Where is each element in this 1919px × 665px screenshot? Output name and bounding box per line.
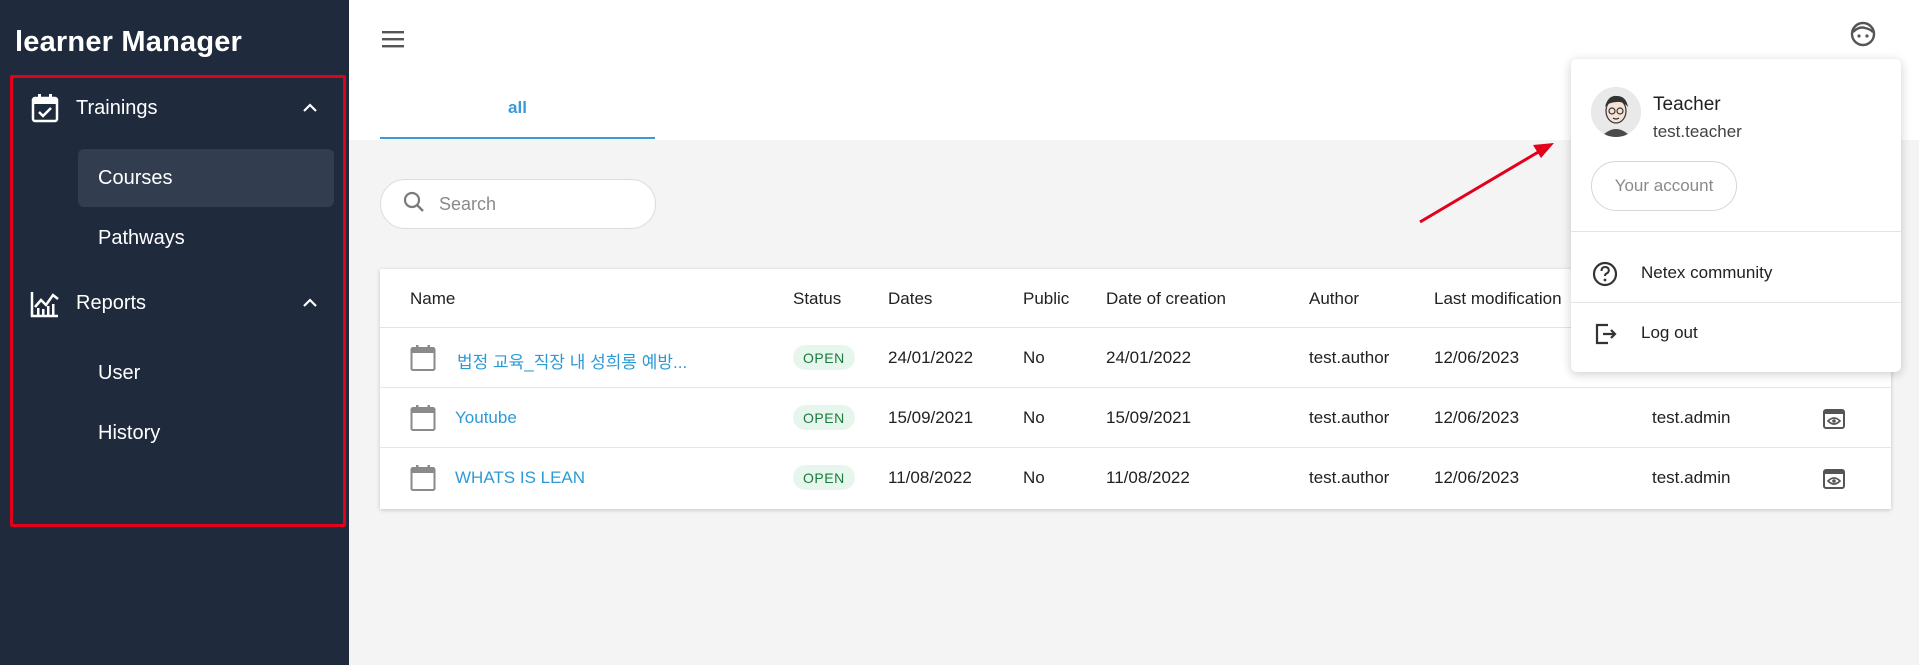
status-badge: OPEN (793, 345, 855, 370)
app-title: learner Manager (15, 26, 243, 58)
chevron-up-icon (300, 98, 320, 123)
author-cell: test.author (1309, 468, 1390, 487)
course-name-link[interactable]: 법정 교육_직장 내 성희롱 예방... (457, 348, 687, 373)
dates-cell: 15/09/2021 (888, 408, 974, 427)
avatar (1591, 87, 1641, 137)
author-cell: test.author (1309, 408, 1390, 427)
user-username: test.teacher (1653, 122, 1742, 141)
modified-cell: 12/06/2023 (1434, 408, 1520, 427)
status-badge: OPEN (793, 405, 855, 430)
table-row: Youtube OPEN 15/09/2021 No 15/09/2021 te… (380, 388, 1891, 448)
divider (1571, 231, 1901, 232)
chart-icon (30, 288, 60, 318)
menu-item-log-out[interactable]: Log out (1571, 304, 1901, 362)
user-display-name: Teacher (1653, 94, 1721, 115)
sidebar-section-label: Reports (76, 291, 147, 314)
column-header-status[interactable]: Status (793, 289, 841, 309)
preview-icon[interactable] (1822, 407, 1846, 431)
sidebar: learner Manager Trainings Courses Pathwa… (0, 0, 349, 665)
calendar-icon (410, 404, 436, 432)
modified-cell: 12/06/2023 (1434, 468, 1520, 487)
column-header-name[interactable]: Name (410, 289, 455, 309)
created-cell: 24/01/2022 (1106, 348, 1192, 367)
help-circle-icon (1591, 260, 1619, 288)
user-menu-dropdown: Teacher test.teacher Your account Netex … (1571, 59, 1901, 372)
status-badge: OPEN (793, 465, 855, 490)
public-cell: No (1023, 468, 1045, 487)
search-box (380, 179, 656, 229)
sidebar-item-history[interactable]: History (78, 404, 334, 462)
modifier-cell: test.admin (1652, 468, 1731, 487)
preview-icon[interactable] (1822, 467, 1846, 491)
modified-cell: 12/06/2023 (1434, 348, 1520, 367)
chevron-up-icon (300, 293, 320, 318)
sidebar-section-trainings[interactable]: Trainings (30, 83, 330, 133)
column-header-last-modification[interactable]: Last modification (1434, 289, 1562, 309)
column-header-dates[interactable]: Dates (888, 289, 932, 309)
calendar-icon (410, 344, 436, 372)
menu-item-label: Netex community (1641, 263, 1773, 282)
search-icon (403, 191, 425, 218)
tab-all[interactable]: all (380, 78, 655, 139)
sidebar-item-pathways[interactable]: Pathways (78, 209, 334, 267)
column-header-author[interactable]: Author (1309, 289, 1359, 309)
menu-item-netex-community[interactable]: Netex community (1571, 244, 1901, 302)
sidebar-item-user[interactable]: User (78, 344, 334, 402)
calendar-check-icon (30, 93, 60, 123)
sidebar-section-reports[interactable]: Reports (30, 278, 330, 328)
hamburger-menu-icon[interactable] (381, 28, 407, 50)
column-header-date-of-creation[interactable]: Date of creation (1106, 289, 1226, 309)
course-name-link[interactable]: WHATS IS LEAN (455, 468, 585, 488)
dates-cell: 11/08/2022 (888, 468, 972, 487)
logout-icon (1591, 320, 1619, 348)
modifier-cell: test.admin (1652, 408, 1731, 427)
sidebar-item-label: User (98, 361, 141, 384)
sidebar-section-label: Trainings (76, 96, 158, 119)
sidebar-item-label: Pathways (98, 226, 185, 249)
dates-cell: 24/01/2022 (888, 348, 974, 367)
table-row: WHATS IS LEAN OPEN 11/08/2022 No 11/08/2… (380, 448, 1891, 508)
divider (1571, 302, 1901, 303)
menu-item-label: Log out (1641, 323, 1698, 342)
calendar-icon (410, 464, 436, 492)
sidebar-item-label: Courses (98, 166, 173, 189)
created-cell: 15/09/2021 (1106, 408, 1192, 427)
created-cell: 11/08/2022 (1106, 468, 1190, 487)
public-cell: No (1023, 348, 1045, 367)
your-account-button[interactable]: Your account (1591, 161, 1737, 211)
user-face-icon[interactable] (1849, 20, 1877, 48)
column-header-public[interactable]: Public (1023, 289, 1069, 309)
author-cell: test.author (1309, 348, 1390, 367)
search-input[interactable] (439, 193, 629, 215)
sidebar-item-courses[interactable]: Courses (78, 149, 334, 207)
course-name-link[interactable]: Youtube (455, 408, 517, 428)
sidebar-item-label: History (98, 421, 161, 444)
public-cell: No (1023, 408, 1045, 427)
